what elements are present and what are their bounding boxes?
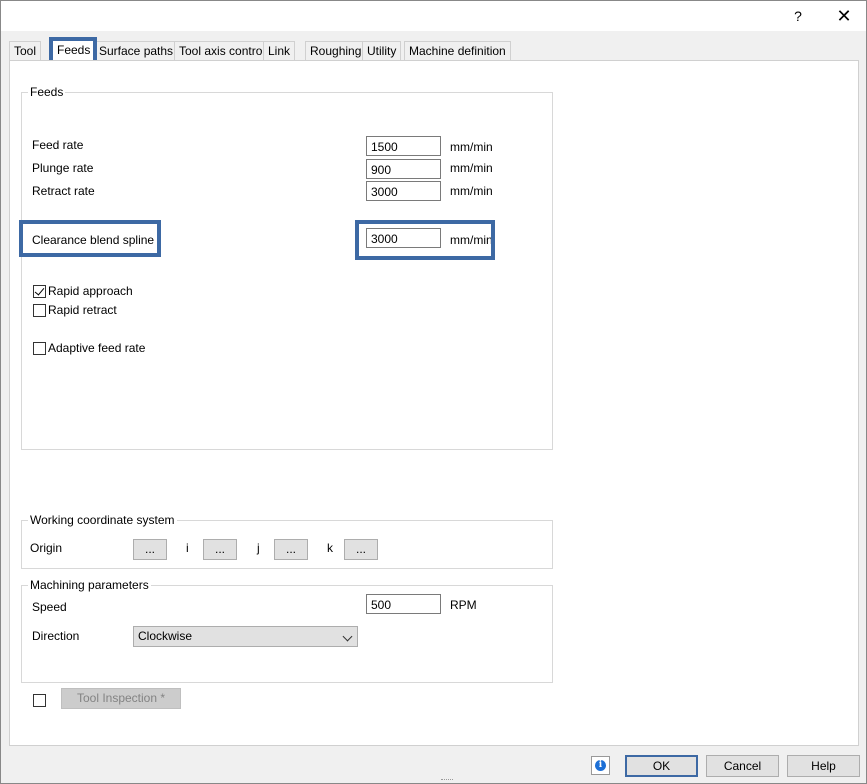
clearance-blend-spline-unit: mm/min [450, 233, 493, 247]
rapid-approach-label: Rapid approach [48, 284, 133, 298]
rapid-retract-label: Rapid retract [48, 303, 117, 317]
i-pick-button[interactable]: ... [203, 539, 237, 560]
feed-rate-label: Feed rate [32, 138, 84, 152]
adaptive-feed-rate-label: Adaptive feed rate [48, 341, 146, 355]
ok-button[interactable]: OK [625, 755, 698, 777]
tab-surface-paths[interactable]: Surface paths [94, 41, 179, 61]
retract-rate-label: Retract rate [32, 184, 95, 198]
speed-input[interactable]: 500 [366, 594, 441, 614]
feed-rate-input[interactable]: 1500 [366, 136, 441, 156]
close-button[interactable]: ✕ [821, 1, 867, 31]
chevron-down-icon [342, 631, 353, 642]
i-label: i [186, 541, 189, 555]
clearance-blend-spline-label: Clearance blend spline [32, 233, 155, 247]
k-pick-button[interactable]: ... [344, 539, 378, 560]
feed-rate-unit: mm/min [450, 140, 493, 154]
tab-tool[interactable]: Tool [9, 41, 42, 61]
k-label: k [327, 541, 333, 555]
origin-pick-button[interactable]: ... [133, 539, 167, 560]
dialog-window: ? ✕ Tool Feeds Surface paths Tool axis c… [0, 0, 867, 784]
tab-feeds[interactable]: Feeds [52, 39, 96, 61]
rapid-retract-checkbox[interactable] [33, 304, 46, 317]
feeds-page: Feeds Feed rate 1500 mm/min Plunge rate … [9, 60, 859, 746]
direction-select-value: Clockwise [138, 629, 193, 643]
direction-select[interactable]: Clockwise [133, 626, 358, 647]
plunge-rate-unit: mm/min [450, 161, 493, 175]
tab-utility[interactable]: Utility [362, 41, 402, 61]
wcs-group-title: Working coordinate system [28, 513, 177, 527]
tool-inspection-button[interactable]: Tool Inspection * [61, 688, 181, 709]
origin-label: Origin [30, 541, 63, 555]
j-label: j [257, 541, 260, 555]
info-icon: i [595, 760, 606, 771]
feeds-group-title: Feeds [28, 85, 66, 99]
retract-rate-unit: mm/min [450, 184, 493, 198]
retract-rate-input[interactable]: 3000 [366, 181, 441, 201]
machining-group-title: Machining parameters [28, 578, 151, 592]
plunge-rate-label: Plunge rate [32, 161, 94, 175]
direction-label: Direction [32, 629, 80, 643]
tool-inspection-checkbox[interactable] [33, 694, 46, 707]
title-bar: ? ✕ [1, 1, 866, 31]
help-title-button[interactable]: ? [775, 1, 821, 31]
j-pick-button[interactable]: ... [274, 539, 308, 560]
tab-tool-axis-control[interactable]: Tool axis control [174, 41, 271, 61]
speed-label: Speed [32, 600, 67, 614]
help-button[interactable]: Help [787, 755, 860, 777]
speed-unit: RPM [450, 598, 477, 612]
info-button[interactable]: i [591, 756, 610, 775]
plunge-rate-input[interactable]: 900 [366, 159, 441, 179]
tab-roughing[interactable]: Roughing [305, 41, 367, 61]
tab-machine-definition[interactable]: Machine definition [404, 41, 511, 61]
clearance-blend-spline-input[interactable]: 3000 [366, 228, 441, 248]
adaptive-feed-rate-checkbox[interactable] [33, 342, 46, 355]
tab-link[interactable]: Link [263, 41, 296, 61]
rapid-approach-checkbox[interactable] [33, 285, 46, 298]
resize-grip[interactable] [441, 779, 453, 784]
cancel-button[interactable]: Cancel [706, 755, 779, 777]
